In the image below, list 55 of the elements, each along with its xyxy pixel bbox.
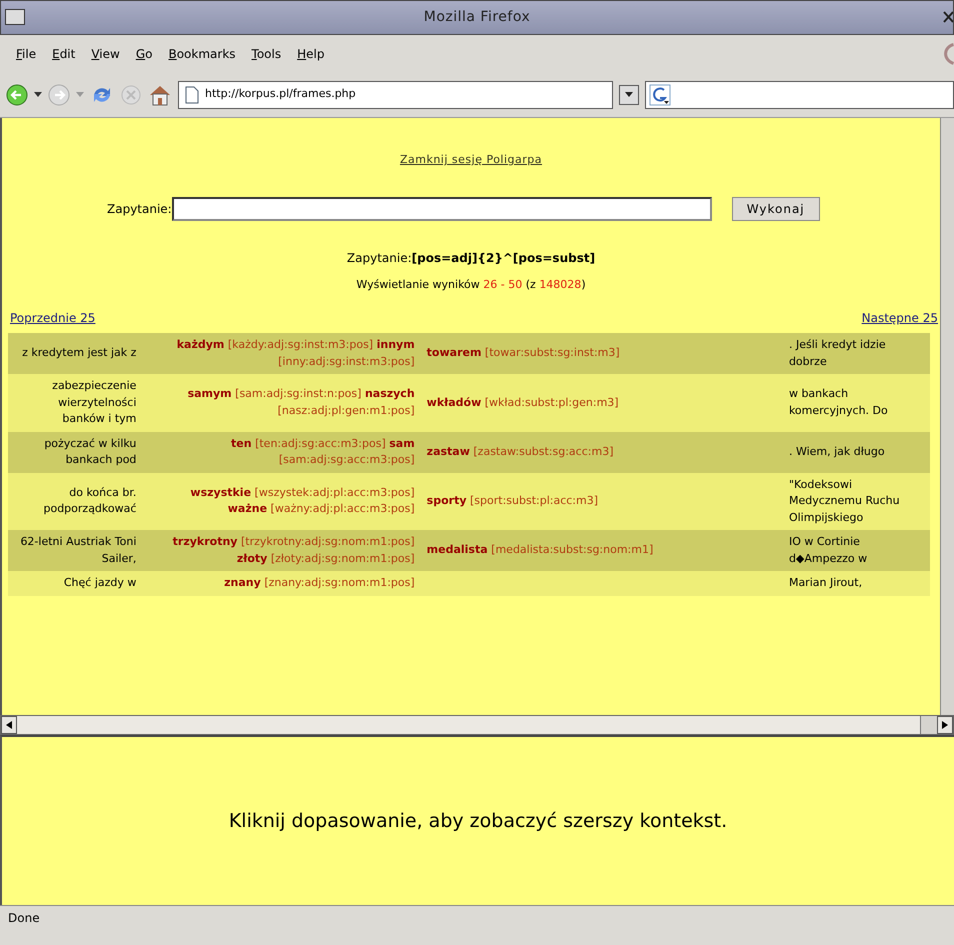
- query-field[interactable]: [172, 196, 712, 220]
- menu-item[interactable]: Edit: [44, 40, 84, 66]
- left-arrow-icon[interactable]: [6, 721, 12, 729]
- window-title: Mozilla Firefox: [424, 8, 530, 27]
- page-icon: [185, 86, 199, 104]
- status-text: Done: [8, 910, 40, 926]
- previous-page-link[interactable]: Poprzednie 25: [10, 309, 96, 327]
- query-text: Zapytanie:[pos=adj]{2}^[pos=subst]: [346, 250, 596, 264]
- match-words[interactable]: ten [ten:adj:sg:acc:m3:pos] sam [sam:adj:sg:acc:m3:pos]: [142, 432, 421, 472]
- match-words[interactable]: każdym [każdy:adj:sg:inst:m3:pos] innym [inny:adj:sg:inst:m3:pos]: [142, 333, 421, 374]
- submit-button[interactable]: Wykonaj: [732, 196, 820, 220]
- vertical-scrollbar[interactable]: [940, 118, 954, 715]
- left-context[interactable]: z kredytem jest jak z: [8, 333, 142, 374]
- noun-match[interactable]: medalista [medalista:subst:sg:nom:m1]: [420, 530, 783, 571]
- menu-item[interactable]: Go: [128, 40, 160, 66]
- menu-item[interactable]: Tools: [244, 40, 290, 66]
- match-words[interactable]: wszystkie [wszystek:adj:pl:acc:m3:pos] ważne [ważny:adj:pl:acc:m3:pos]: [142, 472, 421, 530]
- close-session-link[interactable]: Zamknij sesję Poligarpa: [400, 153, 542, 166]
- throbber-icon: [942, 42, 954, 64]
- right-arrow-icon[interactable]: [942, 721, 948, 729]
- query-label: Zapytanie:: [107, 200, 172, 218]
- url-text: http://korpus.pl/frames.php: [205, 86, 356, 102]
- window-menu-icon[interactable]: [5, 9, 25, 25]
- menu-item[interactable]: View: [83, 40, 128, 66]
- caret-icon: [625, 92, 633, 98]
- left-context[interactable]: do końca br. podporządkować: [8, 472, 142, 530]
- match-words[interactable]: trzykrotny [trzykrotny:adj:sg:nom:m1:pos] złoty [złoty:adj:sg:nom:m1:pos]: [142, 530, 421, 571]
- left-context[interactable]: 62-letni Austriak Toni Sailer,: [8, 530, 142, 571]
- right-context[interactable]: IO w Cortinie d◆Ampezzo w: [782, 530, 930, 571]
- noun-match[interactable]: towarem [towar:subst:sg:inst:m3]: [420, 333, 783, 374]
- search-engine-icon[interactable]: [649, 84, 671, 106]
- right-context[interactable]: "Kodeksowi Medycznemu Ruchu Olimpijskiego: [782, 472, 930, 530]
- menu-item[interactable]: Help: [289, 40, 332, 66]
- caret-icon[interactable]: [34, 92, 42, 98]
- context-hint: Kliknij dopasowanie, aby zobaczyć szerszy kontekst.: [228, 808, 728, 834]
- match-words[interactable]: znany [znany:adj:sg:nom:m1:pos]: [142, 571, 421, 596]
- home-icon[interactable]: [148, 84, 172, 106]
- noun-match[interactable]: sporty [sport:subst:pl:acc:m3]: [420, 472, 783, 530]
- right-context[interactable]: Marian Jirout,: [782, 571, 930, 596]
- horizontal-scrollbar[interactable]: [0, 715, 954, 735]
- noun-match[interactable]: wkładów [wkład:subst:pl:gen:m3]: [420, 374, 783, 432]
- left-context[interactable]: pożyczać w kilku bankach pod: [8, 432, 142, 472]
- right-context[interactable]: . Jeśli kredyt idzie dobrze: [782, 333, 930, 374]
- right-context[interactable]: . Wiem, jak długo: [782, 432, 930, 472]
- search-field[interactable]: [645, 80, 954, 108]
- menu-item[interactable]: Bookmarks: [160, 40, 244, 66]
- left-context[interactable]: zabezpieczenie wierzytelności banków i tym: [8, 374, 142, 432]
- match-words[interactable]: samym [sam:adj:sg:inst:n:pos] naszych [nasz:adj:pl:gen:m1:pos]: [142, 374, 421, 432]
- left-context[interactable]: Chęć jazdy w: [8, 571, 142, 596]
- dropdown-button[interactable]: [619, 84, 639, 104]
- noun-match[interactable]: zastaw [zastaw:subst:sg:acc:m3]: [420, 432, 783, 472]
- next-page-link[interactable]: Następne 25: [862, 309, 938, 327]
- right-context[interactable]: w bankach komercyjnych. Do: [782, 374, 930, 432]
- menu-item[interactable]: File: [8, 40, 44, 66]
- results-summary: Wyświetlanie wyników 26 - 50 (z 148028): [356, 278, 586, 290]
